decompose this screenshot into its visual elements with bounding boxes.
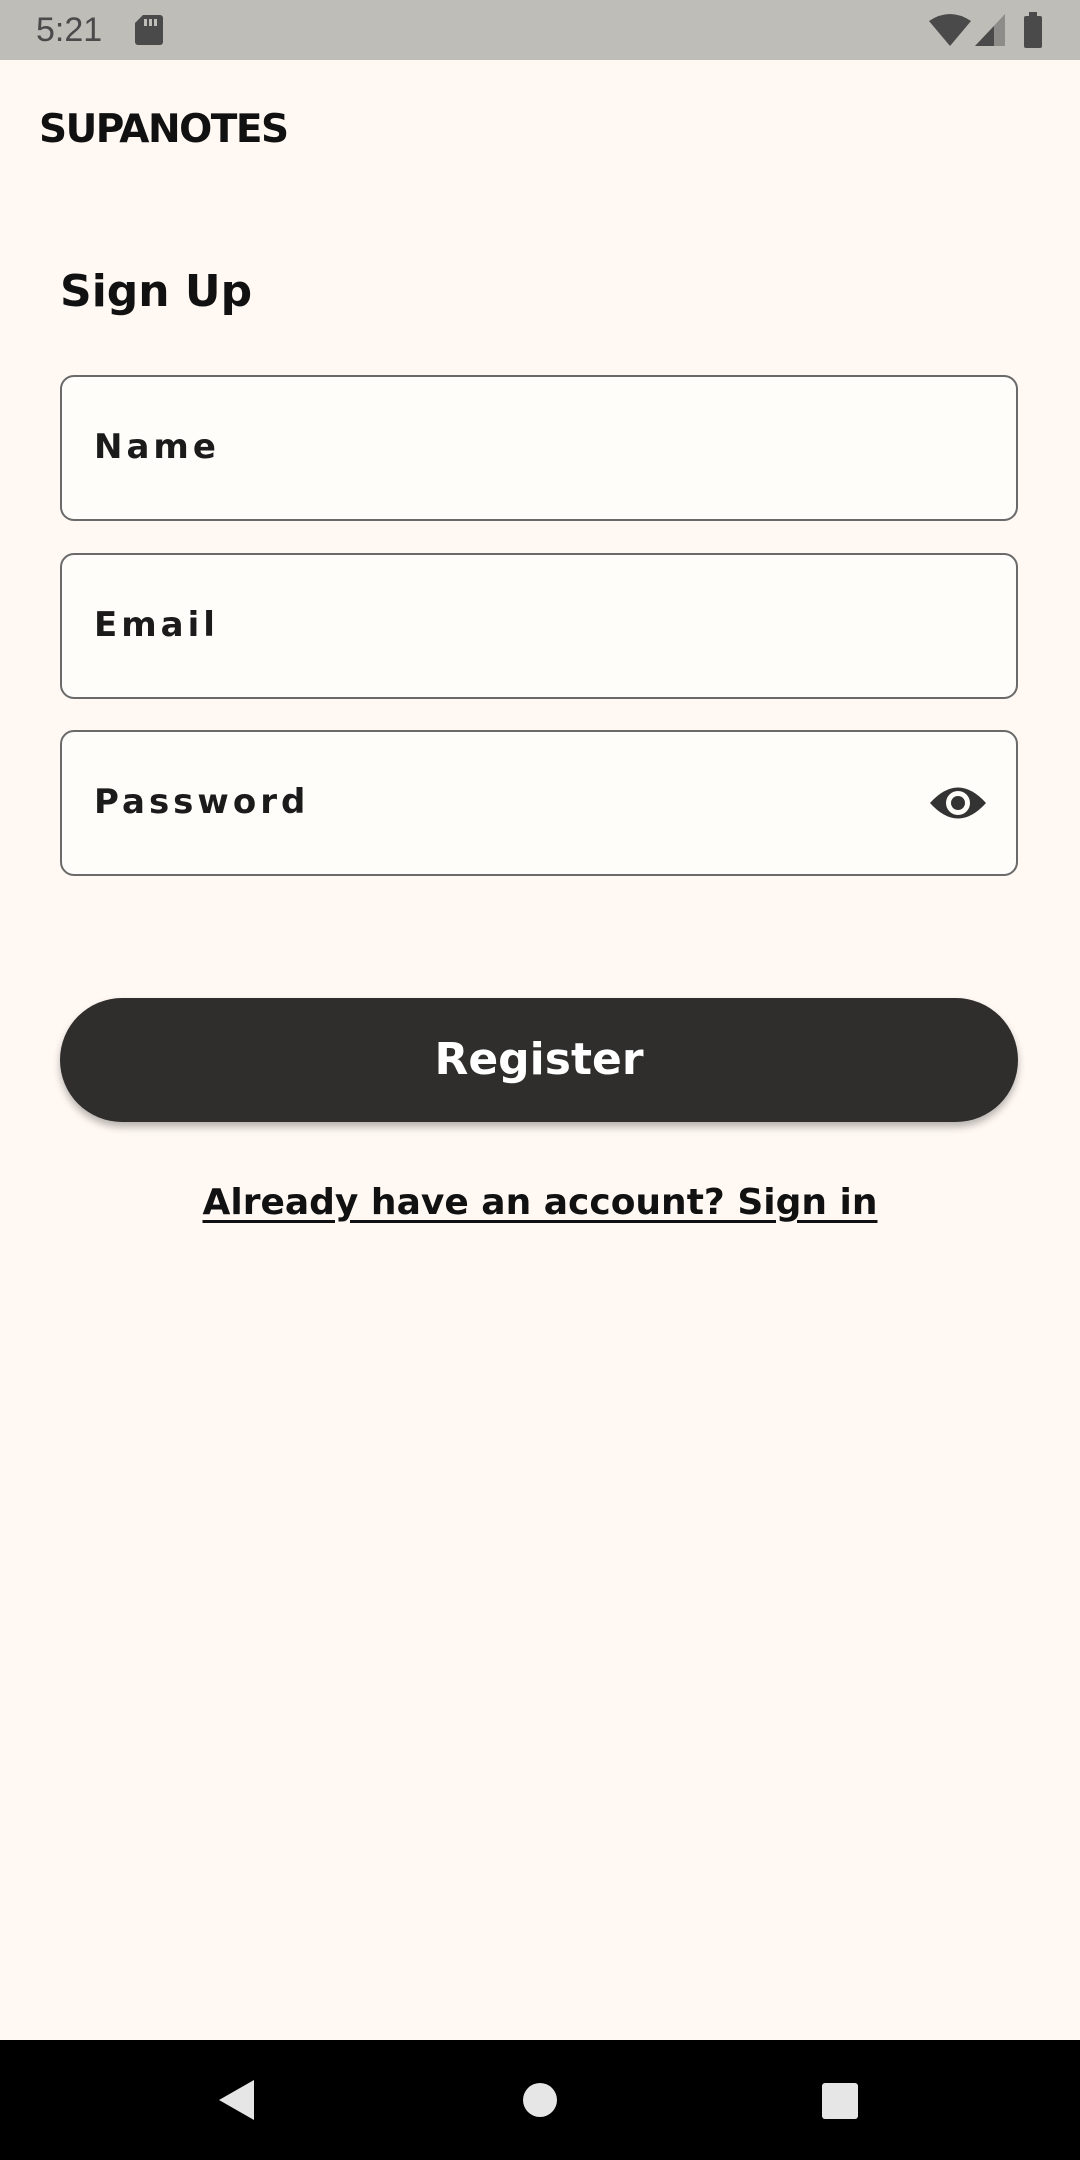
- register-button[interactable]: Register: [60, 998, 1018, 1122]
- name-field-label: Name: [94, 427, 220, 467]
- status-time: 5:21: [36, 11, 103, 49]
- battery-icon: [1024, 12, 1042, 48]
- sign-in-link[interactable]: Already have an account? Sign in: [0, 1176, 1080, 1230]
- navigation-bar: [0, 2040, 1080, 2160]
- app-brand: SUPANOTES: [39, 107, 289, 152]
- cell-signal-icon: [975, 14, 1005, 46]
- password-field[interactable]: Password: [60, 730, 1018, 876]
- password-field-label: Password: [94, 782, 310, 822]
- email-field-label: Email: [94, 605, 219, 645]
- home-icon[interactable]: [522, 2082, 558, 2118]
- back-icon[interactable]: [216, 2078, 256, 2122]
- wifi-icon: [929, 14, 971, 46]
- recents-icon[interactable]: [821, 2082, 859, 2120]
- page-title: Sign Up: [60, 266, 253, 317]
- sd-card-icon: [135, 15, 163, 45]
- eye-icon[interactable]: [928, 780, 988, 826]
- status-bar: 5:21: [0, 0, 1080, 60]
- name-field[interactable]: Name: [60, 375, 1018, 521]
- email-field[interactable]: Email: [60, 553, 1018, 699]
